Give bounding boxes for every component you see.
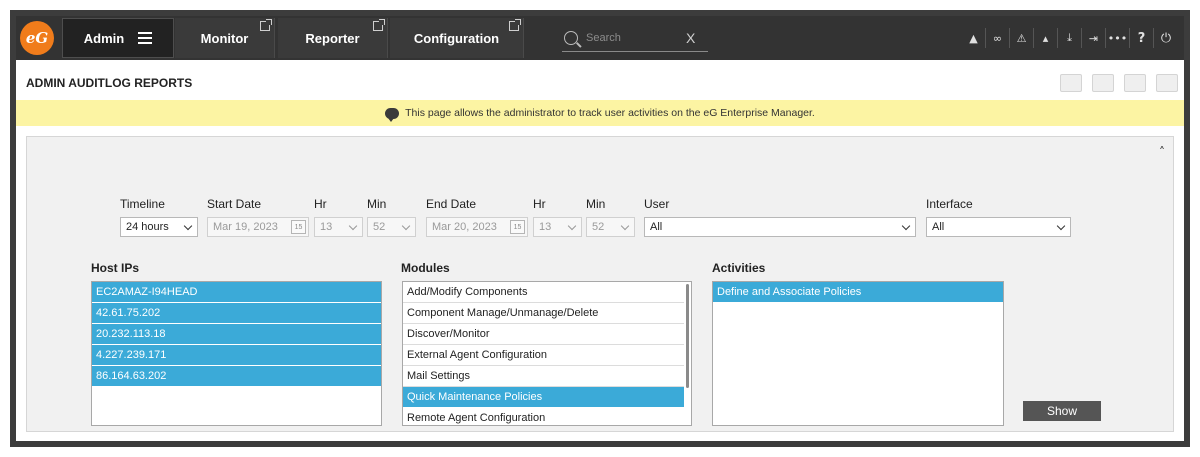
export-icon[interactable] <box>1060 74 1082 92</box>
collapse-icon[interactable]: ˄ <box>1159 145 1165 159</box>
speech-bubble-icon <box>385 107 400 122</box>
chevron-down-icon <box>401 221 411 231</box>
chevron-down-icon <box>620 221 630 231</box>
host-ip-item[interactable]: 42.61.75.202 <box>92 303 381 324</box>
end-date-field[interactable]: Mar 20, 2023 15 <box>426 217 528 237</box>
host-ips-label: Host IPs <box>91 261 140 275</box>
user-value: All <box>650 221 663 233</box>
report-tools <box>1050 74 1178 92</box>
module-item[interactable]: Component Manage/Unmanage/Delete <box>403 303 684 324</box>
chevron-down-icon <box>567 221 577 231</box>
start-min-select[interactable]: 52 <box>367 217 416 237</box>
tab-monitor-label: Monitor <box>200 30 249 46</box>
search-box: X <box>562 24 708 52</box>
activity-item[interactable]: Define and Associate Policies <box>713 282 1003 303</box>
more-icon[interactable]: ••• <box>1106 28 1130 48</box>
modules-label: Modules <box>401 261 450 275</box>
tab-admin[interactable]: Admin <box>62 18 174 58</box>
interface-label: Interface <box>926 197 973 211</box>
hamburger-menu-icon[interactable] <box>138 32 153 44</box>
end-min-value: 52 <box>592 221 605 233</box>
end-hr-value: 13 <box>539 221 552 233</box>
tab-admin-label: Admin <box>83 30 125 46</box>
user-icon[interactable]: ▲ <box>962 28 986 48</box>
end-hr-select[interactable]: 13 <box>533 217 582 237</box>
modules-list[interactable]: Add/Modify Components Component Manage/U… <box>402 281 692 426</box>
info-text: This page allows the administrator to tr… <box>405 107 815 119</box>
search-input[interactable] <box>586 31 682 44</box>
module-item[interactable]: External Agent Configuration <box>403 345 684 366</box>
window-frame: eG Admin Monitor Reporter Configuration … <box>10 10 1190 447</box>
calendar-icon[interactable]: 15 <box>291 220 306 234</box>
module-item-selected[interactable]: Quick Maintenance Policies <box>403 387 684 408</box>
start-hr-label: Hr <box>314 197 327 211</box>
end-date-label: End Date <box>426 197 477 211</box>
filter-panel: ˄ Timeline Start Date Hr Min End Date Hr… <box>26 136 1174 432</box>
start-date-field[interactable]: Mar 19, 2023 15 <box>207 217 309 237</box>
schedule-icon[interactable] <box>1156 74 1178 92</box>
end-min-select[interactable]: 52 <box>586 217 635 237</box>
info-banner: This page allows the administrator to tr… <box>16 100 1184 126</box>
user-label: User <box>644 197 670 211</box>
calendar-icon[interactable]: 15 <box>510 220 525 234</box>
user-select[interactable]: All <box>644 217 916 237</box>
interface-value: All <box>932 221 945 233</box>
external-link-icon[interactable] <box>260 19 272 31</box>
activities-label: Activities <box>712 261 766 275</box>
help-icon[interactable]: ? <box>1130 28 1154 48</box>
search-icon[interactable] <box>564 30 578 45</box>
host-ip-item[interactable]: 4.227.239.171 <box>92 345 381 366</box>
chevron-down-icon <box>901 221 911 231</box>
tab-reporter[interactable]: Reporter <box>278 18 388 58</box>
start-min-value: 52 <box>373 221 386 233</box>
search-clear-icon[interactable]: X <box>686 30 695 46</box>
page-header: ADMIN AUDITLOG REPORTS <box>16 68 1184 98</box>
page-title: ADMIN AUDITLOG REPORTS <box>26 76 193 90</box>
timeline-select[interactable]: 24 hours <box>120 217 198 237</box>
tab-configuration-label: Configuration <box>413 30 500 46</box>
start-min-label: Min <box>367 197 387 211</box>
alert-icon[interactable]: ⚠ <box>1010 28 1034 48</box>
link-icon[interactable]: ∞ <box>986 28 1010 48</box>
modules-scrollbar[interactable] <box>686 284 689 388</box>
print-icon[interactable] <box>1092 74 1114 92</box>
host-ip-item[interactable]: 20.232.113.18 <box>92 324 381 345</box>
start-hr-select[interactable]: 13 <box>314 217 363 237</box>
activities-list[interactable]: Define and Associate Policies <box>712 281 1004 426</box>
chevron-down-icon <box>183 221 193 231</box>
timeline-value: 24 hours <box>126 221 169 233</box>
host-ips-list[interactable]: EC2AMAZ-I94HEAD 42.61.75.202 20.232.113.… <box>91 281 382 426</box>
bell-icon[interactable]: ▴ <box>1034 28 1058 48</box>
start-date-value: Mar 19, 2023 <box>213 221 278 233</box>
interface-select[interactable]: All <box>926 217 1071 237</box>
top-toolbar: ▲ ∞ ⚠ ▴ ⤓ ⇥ ••• ? ⏻ <box>962 16 1178 60</box>
external-link-icon[interactable] <box>373 19 385 31</box>
pdf-icon[interactable] <box>1124 74 1146 92</box>
module-item[interactable]: Add/Modify Components <box>403 282 684 303</box>
end-date-value: Mar 20, 2023 <box>432 221 497 233</box>
start-hr-value: 13 <box>320 221 333 233</box>
download-icon[interactable]: ⤓ <box>1058 28 1082 48</box>
tab-reporter-label: Reporter <box>305 30 360 46</box>
show-button[interactable]: Show <box>1023 401 1101 421</box>
end-hr-label: Hr <box>533 197 546 211</box>
host-ip-item[interactable]: EC2AMAZ-I94HEAD <box>92 282 381 303</box>
chevron-down-icon <box>1056 221 1066 231</box>
module-item[interactable]: Mail Settings <box>403 366 684 387</box>
external-link-icon[interactable] <box>509 19 521 31</box>
timeline-label: Timeline <box>120 197 165 211</box>
start-date-label: Start Date <box>207 197 262 211</box>
tab-configuration[interactable]: Configuration <box>390 18 524 58</box>
chevron-down-icon <box>348 221 358 231</box>
module-item[interactable]: Discover/Monitor <box>403 324 684 345</box>
end-min-label: Min <box>586 197 606 211</box>
host-ip-item[interactable]: 86.164.63.202 <box>92 366 381 387</box>
signout-icon[interactable]: ⇥ <box>1082 28 1106 48</box>
eg-logo[interactable]: eG <box>20 21 54 55</box>
power-icon[interactable]: ⏻ <box>1154 28 1178 48</box>
top-nav: eG Admin Monitor Reporter Configuration … <box>16 16 1184 60</box>
tab-monitor[interactable]: Monitor <box>175 18 275 58</box>
module-item[interactable]: Remote Agent Configuration <box>403 408 684 425</box>
app-window: eG Admin Monitor Reporter Configuration … <box>16 16 1184 441</box>
